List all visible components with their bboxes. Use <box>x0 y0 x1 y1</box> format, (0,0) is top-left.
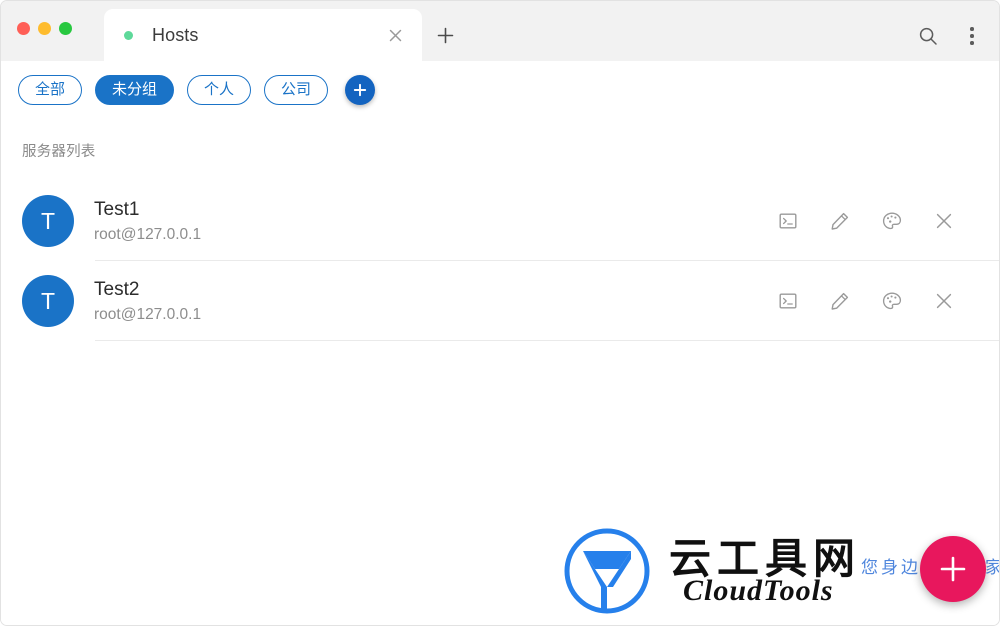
tab-title: Hosts <box>152 24 199 45</box>
filter-chip-all[interactable]: 全部 <box>18 74 83 105</box>
plus-icon <box>436 26 455 45</box>
watermark-cn-title: 云工具网 <box>669 534 862 583</box>
terminal-icon[interactable] <box>775 288 801 314</box>
edit-icon[interactable] <box>827 208 853 234</box>
new-tab-button[interactable] <box>422 9 468 61</box>
close-icon[interactable] <box>380 20 410 50</box>
server-info: Test1 root@127.0.0.1 <box>94 198 775 244</box>
palette-icon[interactable] <box>879 288 905 314</box>
maximize-window-button[interactable] <box>59 22 72 35</box>
plus-icon <box>936 552 970 586</box>
minimize-window-button[interactable] <box>38 22 51 35</box>
plus-icon <box>352 82 368 98</box>
traffic-lights <box>17 22 72 35</box>
app-window: Hosts 全部 未分组 个人 公司 服务器列表 T Test1 root@12… <box>0 0 1000 626</box>
cloudtools-logo-icon <box>561 525 653 622</box>
server-list: T Test1 root@127.0.0.1 T Test2 root@127.… <box>1 181 999 341</box>
content-area: 服务器列表 T Test1 root@127.0.0.1 T Test2 roo… <box>1 118 999 625</box>
server-info: Test2 root@127.0.0.1 <box>94 278 775 324</box>
watermark-en-title: CloudTools <box>683 574 834 607</box>
server-name: Test1 <box>94 198 140 220</box>
tab-hosts[interactable]: Hosts <box>104 9 422 61</box>
filter-chip-bar: 全部 未分组 个人 公司 <box>1 61 999 118</box>
list-item[interactable]: T Test2 root@127.0.0.1 <box>1 261 999 341</box>
palette-icon[interactable] <box>879 208 905 234</box>
server-name: Test2 <box>94 278 140 300</box>
titlebar-actions <box>913 21 987 51</box>
more-options-button[interactable] <box>957 21 987 51</box>
search-icon <box>918 26 938 46</box>
section-title: 服务器列表 <box>22 144 96 160</box>
filter-chip-personal[interactable]: 个人 <box>187 74 252 105</box>
more-vertical-icon <box>970 27 974 45</box>
avatar: T <box>22 275 74 327</box>
row-actions <box>775 288 957 314</box>
search-button[interactable] <box>913 21 943 51</box>
edit-icon[interactable] <box>827 288 853 314</box>
filter-chip-company[interactable]: 公司 <box>264 74 329 105</box>
close-icon[interactable] <box>931 208 957 234</box>
list-item[interactable]: T Test1 root@127.0.0.1 <box>1 181 999 261</box>
terminal-icon[interactable] <box>775 208 801 234</box>
avatar: T <box>22 195 74 247</box>
title-bar: Hosts <box>1 1 999 61</box>
server-connection: root@127.0.0.1 <box>94 305 202 323</box>
watermark: 云工具网 CloudTools 您身边的IT专家 <box>561 515 999 622</box>
close-window-button[interactable] <box>17 22 30 35</box>
add-group-button[interactable] <box>345 74 376 105</box>
tab-strip: Hosts <box>104 1 468 61</box>
server-connection: root@127.0.0.1 <box>94 225 202 243</box>
add-host-fab[interactable] <box>920 536 986 602</box>
close-icon[interactable] <box>931 288 957 314</box>
row-actions <box>775 208 957 234</box>
tab-status-dot <box>124 30 133 40</box>
filter-chip-ungrouped[interactable]: 未分组 <box>95 74 175 105</box>
